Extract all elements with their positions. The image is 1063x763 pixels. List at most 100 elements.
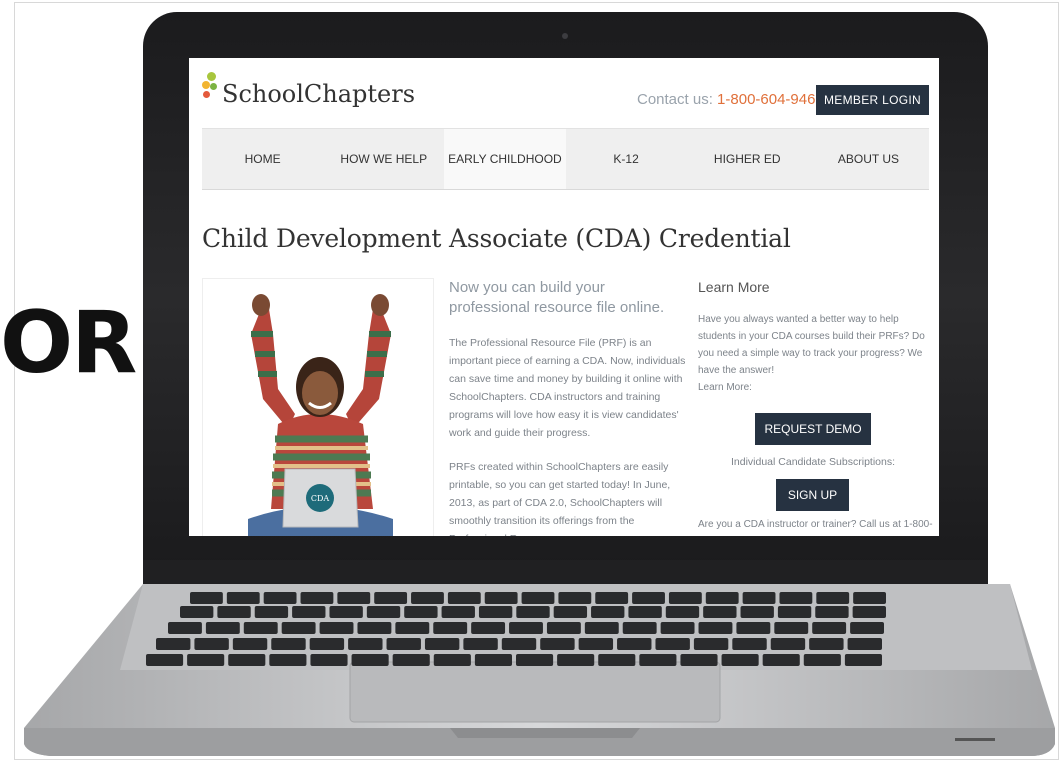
keyboard-key (146, 654, 184, 666)
contact-label: Contact us: (637, 91, 713, 108)
keyboard-key (705, 592, 739, 604)
sign-up-button[interactable]: SIGN UP (776, 479, 849, 511)
keyboard-key (392, 654, 430, 666)
cda-badge: CDA (311, 494, 330, 503)
keyboard-key (639, 654, 677, 666)
keyboard-key (404, 606, 438, 618)
keyboard-key (180, 606, 214, 618)
keyboard-key (762, 654, 800, 666)
keyboard-key (736, 622, 771, 634)
keyboard-key (292, 606, 326, 618)
keyboard-key (557, 654, 595, 666)
keyboard-key (441, 606, 475, 618)
keyboard-key (271, 638, 306, 650)
keyboard-key (190, 592, 223, 604)
keyboard-key (844, 654, 882, 666)
keyboard-key (584, 622, 619, 634)
keyboard-key (300, 592, 334, 604)
keyboard-key (540, 638, 575, 650)
keyboard-key (779, 592, 813, 604)
keyboard-key (337, 592, 371, 604)
keyboard-key (803, 654, 841, 666)
laptop-screen: SchoolChapters Contact us: 1-800-604-946… (189, 58, 939, 536)
subscriptions-label: Individual Candidate Subscriptions: (730, 456, 896, 468)
keyboard-key (853, 592, 886, 604)
intro-paragraph-2: PRFs created within SchoolChapters are e… (449, 461, 671, 536)
keyboard-key (852, 606, 886, 618)
keyboard-key (254, 606, 289, 618)
page-title: Child Development Associate (CDA) Creden… (202, 224, 791, 253)
keyboard-key (217, 606, 251, 618)
keyboard-key (595, 592, 629, 604)
nav-item-higher-ed[interactable]: HIGHER ED (687, 129, 808, 189)
keyboard-key (357, 622, 392, 634)
keyboard-key (484, 592, 518, 604)
nav-item-home[interactable]: HOME (202, 129, 323, 189)
contact-phone[interactable]: 1-800-604-9465 (717, 91, 824, 108)
keyboard-key (591, 606, 625, 618)
keyboard-key (374, 592, 408, 604)
keyboard-key (622, 622, 657, 634)
keyboard-key (598, 654, 636, 666)
keyboard-key (770, 638, 806, 650)
keyboard-key (553, 606, 588, 618)
keyboard-key (411, 592, 444, 604)
keyboard-key (655, 638, 690, 650)
intro-column: Now you can build your professional reso… (449, 278, 687, 536)
keyboard-key (226, 592, 260, 604)
keyboard-key (269, 654, 307, 666)
intro-paragraph-1: The Professional Resource File (PRF) is … (449, 337, 686, 439)
keyboard-key (632, 592, 665, 604)
member-login-button[interactable]: MEMBER LOGIN (816, 85, 929, 115)
keyboard-key (509, 622, 543, 634)
keyboard-key (187, 654, 225, 666)
keyboard-key (310, 654, 348, 666)
request-demo-button[interactable]: REQUEST DEMO (755, 413, 871, 445)
keyboard-key (281, 622, 316, 634)
keyboard-key (847, 638, 882, 650)
learn-more-paragraph: Have you always wanted a better way to h… (698, 314, 925, 376)
keyboard-key (668, 592, 702, 604)
keyboard-key (774, 622, 809, 634)
keyboard-key (850, 622, 884, 634)
keyboard-key (478, 606, 513, 618)
instructor-callout: Are you a CDA instructor or trainer? Cal… (698, 519, 933, 530)
keyboard-key (816, 592, 850, 604)
keyboard-key (721, 654, 759, 666)
contact-info: Contact us: 1-800-604-9465 (637, 91, 824, 108)
keyboard-key (194, 638, 229, 650)
keyboard-key (693, 638, 729, 650)
keyboard-key (665, 606, 700, 618)
keyboard-key (516, 606, 550, 618)
webcam-dot-icon (562, 33, 568, 39)
nav-item-early-childhood[interactable]: EARLY CHILDHOOD (444, 129, 566, 189)
keyboard-key (243, 622, 278, 634)
keyboard-key (703, 606, 737, 618)
nav-item-k-12[interactable]: K-12 (566, 129, 687, 189)
keyboard-key (815, 606, 849, 618)
brand-name: SchoolChapters (222, 80, 416, 108)
nav-item-how-we-help[interactable]: HOW WE HELP (323, 129, 444, 189)
keyboard-key (680, 654, 718, 666)
learn-more-label: Learn More: (698, 382, 752, 393)
keyboard-key (228, 654, 266, 666)
laptop-screen-chin (143, 560, 988, 584)
keyboard-key (501, 638, 537, 650)
keyboard-key (433, 622, 468, 634)
main-nav: HOME HOW WE HELP EARLY CHILDHOOD K-12 HI… (202, 128, 929, 190)
learn-more-column: Learn More Have you always wanted a bett… (698, 278, 938, 530)
keyboard-key (698, 622, 733, 634)
keyboard-key (395, 622, 430, 634)
keyboard-key (263, 592, 297, 604)
site-logo[interactable]: SchoolChapters (201, 72, 415, 106)
nav-item-about-us[interactable]: ABOUT US (808, 129, 929, 189)
keyboard-key (578, 638, 614, 650)
keyboard-key (742, 592, 776, 604)
keyboard-key (348, 638, 383, 650)
keyboard-key (740, 606, 774, 618)
keyboard-key (424, 638, 460, 650)
keyboard-key (463, 638, 498, 650)
keyboard-key (205, 622, 240, 634)
keyboard-key (156, 638, 191, 650)
keyboard-key (433, 654, 471, 666)
